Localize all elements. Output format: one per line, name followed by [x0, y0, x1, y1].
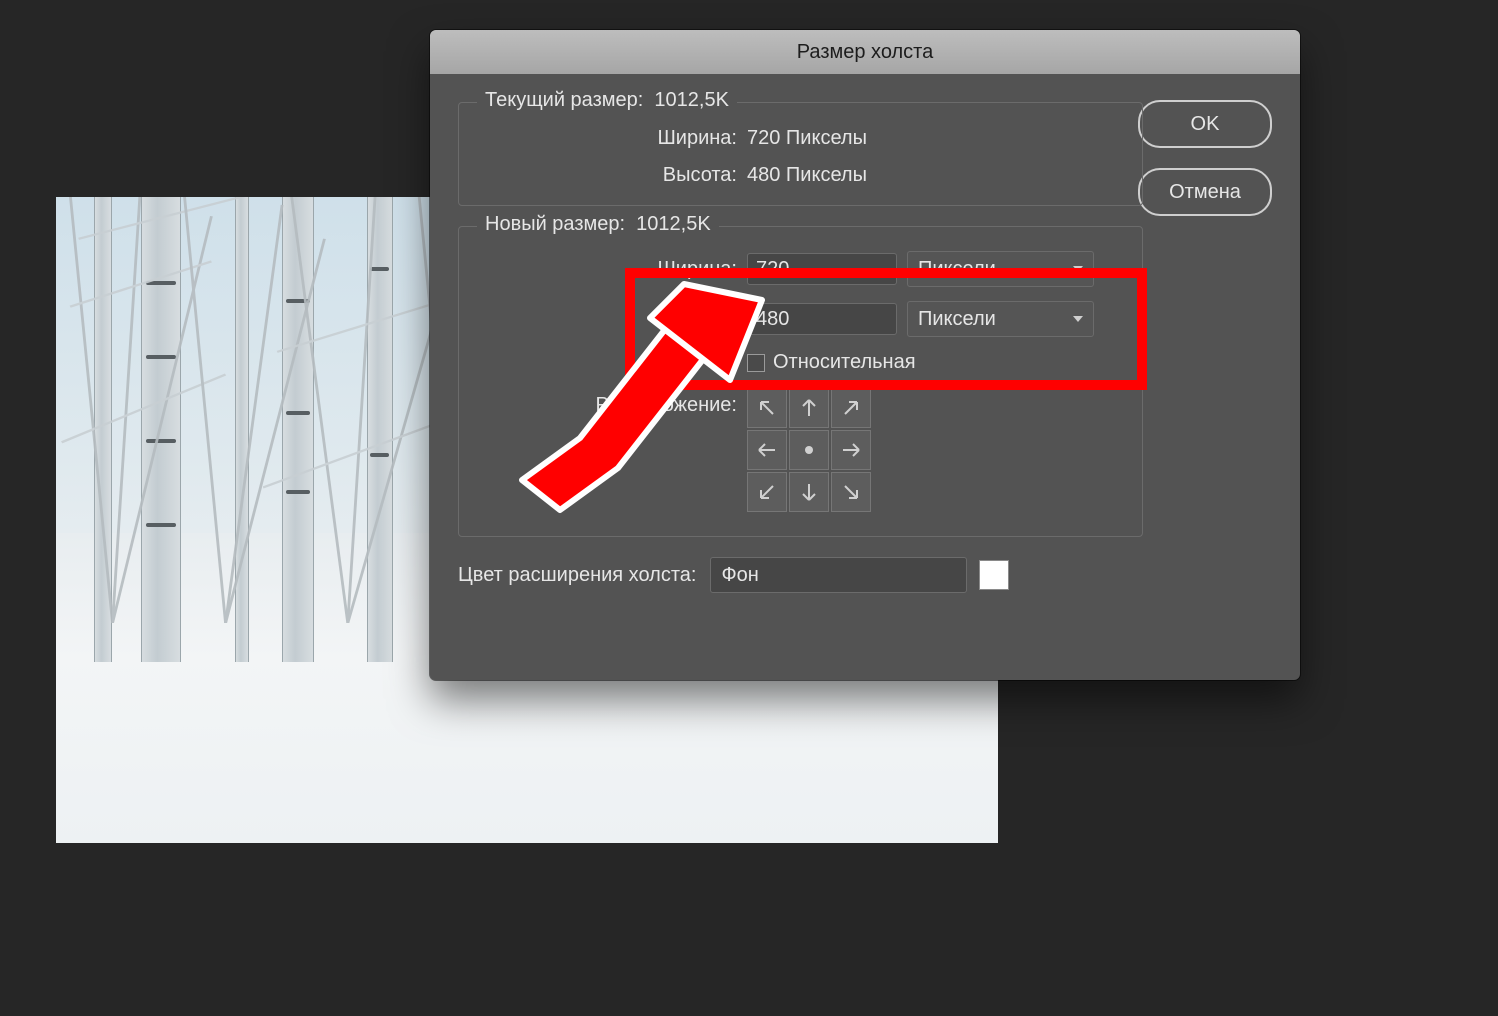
anchor-bottom-right[interactable]: [831, 472, 871, 512]
anchor-right[interactable]: [831, 430, 871, 470]
canvas-size-dialog: Размер холста OK Отмена Текущий размер: …: [430, 30, 1300, 680]
chevron-down-icon: [1073, 316, 1083, 322]
current-size-value: 1012,5K: [654, 89, 729, 111]
relative-checkbox[interactable]: [747, 354, 765, 372]
chevron-down-icon: [1073, 266, 1083, 272]
extension-color-value: Фон: [721, 564, 758, 587]
new-width-unit-value: Пиксели: [918, 258, 996, 281]
new-size-value: 1012,5K: [636, 213, 711, 235]
extension-color-swatch[interactable]: [979, 560, 1009, 590]
anchor-top-left[interactable]: [747, 388, 787, 428]
anchor-center[interactable]: [789, 430, 829, 470]
anchor-label: Расположение:: [477, 388, 747, 417]
anchor-bottom-left[interactable]: [747, 472, 787, 512]
new-width-unit-select[interactable]: Пиксели: [907, 251, 1094, 287]
current-size-legend: Текущий размер:: [485, 89, 643, 111]
new-size-legend: Новый размер:: [485, 213, 625, 235]
anchor-top[interactable]: [789, 388, 829, 428]
current-width-value: 720 Пикселы: [747, 127, 867, 150]
current-height-value: 480 Пикселы: [747, 164, 867, 187]
relative-label: Относительная: [773, 351, 916, 374]
new-height-unit-value: Пиксели: [918, 308, 996, 331]
current-width-label: Ширина:: [477, 127, 747, 150]
new-width-row: Ширина: Пиксели: [477, 251, 1124, 287]
anchor-bottom[interactable]: [789, 472, 829, 512]
anchor-left[interactable]: [747, 430, 787, 470]
new-height-input[interactable]: [747, 303, 897, 335]
current-height-label: Высота:: [477, 164, 747, 187]
current-size-group: Текущий размер: 1012,5K Ширина: 720 Пикс…: [458, 102, 1143, 206]
new-width-label: Ширина:: [477, 258, 747, 281]
extension-color-label: Цвет расширения холста:: [458, 564, 696, 587]
dialog-title: Размер холста: [430, 30, 1300, 74]
new-size-group: Новый размер: 1012,5K Ширина: Пиксели Вы…: [458, 226, 1143, 537]
new-height-unit-select[interactable]: Пиксели: [907, 301, 1094, 337]
extension-color-select[interactable]: Фон: [710, 557, 967, 593]
new-width-input[interactable]: [747, 253, 897, 285]
anchor-top-right[interactable]: [831, 388, 871, 428]
anchor-grid: [747, 388, 871, 512]
new-height-label: Высота:: [477, 308, 747, 331]
new-height-row: Высота: Пиксели: [477, 301, 1124, 337]
